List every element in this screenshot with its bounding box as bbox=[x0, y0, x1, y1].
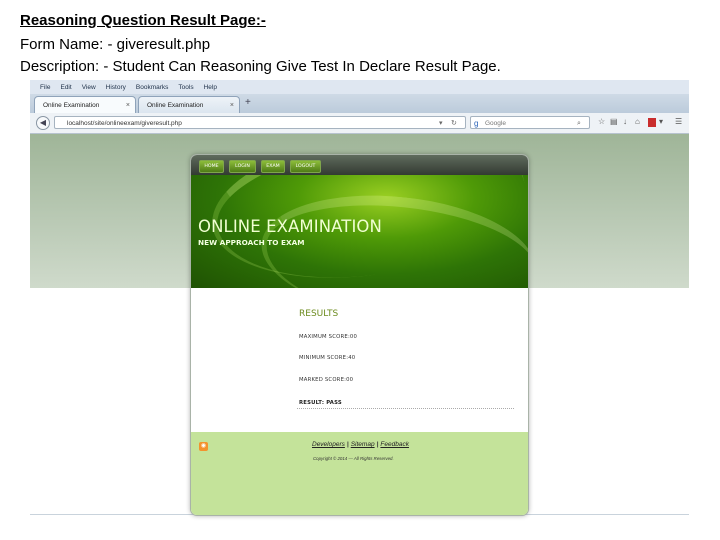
menu-file[interactable]: File bbox=[40, 84, 50, 91]
nav-exam[interactable]: EXAM bbox=[261, 160, 285, 173]
exam-site: HOME LOGIN EXAM LOGOUT ONLINE EXAMINATIO… bbox=[190, 154, 529, 516]
menu-view[interactable]: View bbox=[82, 84, 96, 91]
nav-login[interactable]: LOGIN bbox=[229, 160, 256, 173]
home-icon[interactable]: ⌂ bbox=[635, 117, 640, 126]
download-icon[interactable]: ↓ bbox=[623, 117, 627, 126]
search-placeholder: Google bbox=[485, 120, 506, 127]
dropdown-icon[interactable]: ▾ bbox=[439, 117, 443, 130]
site-footer: ◉ Developers | Sitemap | Feedback Copyright … bbox=[191, 432, 528, 515]
browser-screenshot: File Edit View History Bookmarks Tools H… bbox=[30, 80, 689, 516]
description-line: Description: - Student Can Reasoning Giv… bbox=[20, 58, 501, 75]
site-banner: ONLINE EXAMINATION NEW APPROACH TO EXAM bbox=[191, 175, 528, 288]
copyright-text: Copyright © 2014 — All Rights Reserved. bbox=[313, 456, 394, 461]
back-arrow-icon[interactable]: ◀ bbox=[36, 116, 50, 130]
rss-icon[interactable]: ◉ bbox=[199, 442, 208, 451]
site-nav-bar: HOME LOGIN EXAM LOGOUT bbox=[191, 155, 528, 175]
tab-label: Online Examination bbox=[147, 101, 204, 109]
tab-online-examination-2[interactable]: Online Examination × bbox=[138, 96, 240, 113]
addon-icon[interactable] bbox=[648, 118, 656, 127]
browser-menu-bar: File Edit View History Bookmarks Tools H… bbox=[30, 80, 689, 94]
form-name-line: Form Name: - giveresult.php bbox=[20, 36, 211, 53]
tab-label: Online Examination bbox=[43, 101, 100, 109]
bookmark-star-icon[interactable]: ☆ bbox=[598, 117, 605, 126]
close-tab-icon[interactable]: × bbox=[230, 102, 234, 109]
url-bar[interactable]: localhost/site/onlineexam/giveresult.php… bbox=[54, 116, 466, 129]
menu-help[interactable]: Help bbox=[204, 84, 217, 91]
search-box[interactable]: g Google ⌕ bbox=[470, 116, 590, 129]
link-separator: | bbox=[346, 441, 349, 448]
tab-online-examination-1[interactable]: Online Examination × bbox=[34, 96, 136, 113]
menu-edit[interactable]: Edit bbox=[60, 84, 71, 91]
navigation-bar: ◀ localhost/site/onlineexam/giveresult.p… bbox=[30, 113, 689, 134]
menu-icon[interactable]: ☰ bbox=[675, 117, 682, 126]
results-panel: RESULTS MAXIMUM SCORE:00 MINIMUM SCORE:4… bbox=[191, 288, 528, 432]
feedback-link[interactable]: Feedback bbox=[380, 441, 409, 448]
search-icon[interactable]: ⌕ bbox=[577, 117, 581, 130]
new-tab-button[interactable]: + bbox=[245, 97, 251, 108]
close-tab-icon[interactable]: × bbox=[126, 102, 130, 109]
site-title: ONLINE EXAMINATION bbox=[198, 217, 382, 236]
slide-title: Reasoning Question Result Page:- bbox=[20, 12, 266, 29]
nav-logout[interactable]: LOGOUT bbox=[290, 160, 321, 173]
sitemap-link[interactable]: Sitemap bbox=[351, 441, 375, 448]
menu-tools[interactable]: Tools bbox=[178, 84, 193, 91]
bookmarks-menu-icon[interactable]: ▤ bbox=[610, 117, 618, 126]
footer-links: Developers | Sitemap | Feedback bbox=[312, 441, 409, 448]
tab-strip: Online Examination × Online Examination … bbox=[30, 94, 689, 113]
results-heading: RESULTS bbox=[299, 309, 339, 319]
link-separator: | bbox=[376, 441, 379, 448]
site-subtitle: NEW APPROACH TO EXAM bbox=[198, 238, 305, 247]
minimum-score: MINIMUM SCORE:40 bbox=[299, 355, 356, 361]
nav-home[interactable]: HOME bbox=[199, 160, 224, 173]
results-divider bbox=[297, 408, 514, 409]
addon-dropdown-icon[interactable]: ▾ bbox=[659, 117, 663, 126]
developers-link[interactable]: Developers bbox=[312, 441, 345, 448]
result-status: RESULT: PASS bbox=[299, 400, 342, 406]
menu-bookmarks[interactable]: Bookmarks bbox=[136, 84, 169, 91]
maximum-score: MAXIMUM SCORE:00 bbox=[299, 334, 358, 340]
search-engine-icon[interactable]: g bbox=[474, 117, 478, 130]
url-text: localhost/site/onlineexam/giveresult.php bbox=[67, 120, 182, 127]
marked-score: MARKED SCORE:00 bbox=[299, 377, 354, 383]
menu-history[interactable]: History bbox=[106, 84, 126, 91]
reload-icon[interactable]: ↻ bbox=[451, 117, 457, 130]
page-viewport: HOME LOGIN EXAM LOGOUT ONLINE EXAMINATIO… bbox=[30, 134, 689, 516]
